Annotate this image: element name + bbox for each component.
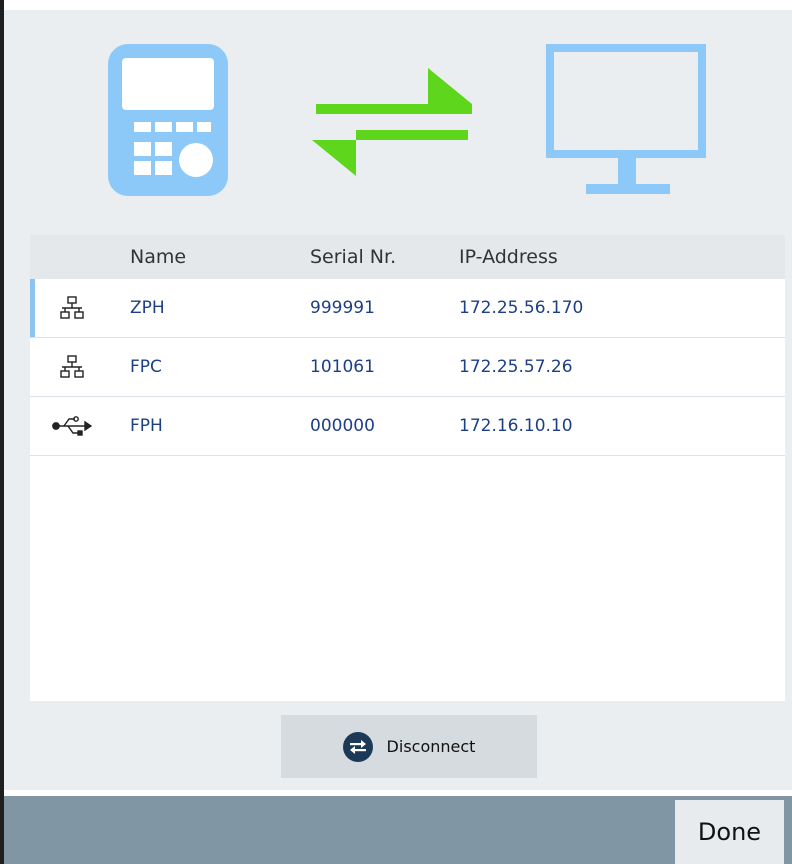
monitor-icon [546,44,706,194]
swap-icon [342,731,373,762]
cell-name: FPC [130,357,162,377]
header-ip: IP-Address [459,246,558,268]
disconnect-label: Disconnect [386,737,476,756]
cell-serial: 101061 [310,357,375,377]
handheld-instrument-icon [108,44,228,196]
done-button[interactable]: Done [675,800,784,864]
bidirectional-arrows-icon [312,68,472,176]
network-icon [52,293,92,323]
connection-dialog: Name Serial Nr. IP-Address ZPH 999991 17… [4,10,792,790]
cell-ip: 172.16.10.10 [459,416,573,436]
table-row[interactable]: ZPH 999991 172.25.56.170 [30,279,785,338]
cell-ip: 172.25.56.170 [459,298,584,318]
usb-icon [52,411,92,441]
cell-ip: 172.25.57.26 [459,357,573,377]
header-name: Name [130,246,187,268]
table-row[interactable]: FPC 101061 172.25.57.26 [30,338,785,397]
device-table: Name Serial Nr. IP-Address ZPH 999991 17… [30,235,785,701]
cell-name: ZPH [130,298,165,318]
cell-serial: 000000 [310,416,375,436]
cell-name: FPH [130,416,163,436]
cell-serial: 999991 [310,298,375,318]
table-row[interactable]: FPH 000000 172.16.10.10 [30,397,785,456]
header-serial: Serial Nr. [310,246,397,268]
disconnect-button[interactable]: Disconnect [281,715,537,778]
table-header: Name Serial Nr. IP-Address [30,235,785,279]
connection-illustration [4,10,792,235]
footer-bar: Done [4,796,792,864]
network-icon [52,352,92,382]
